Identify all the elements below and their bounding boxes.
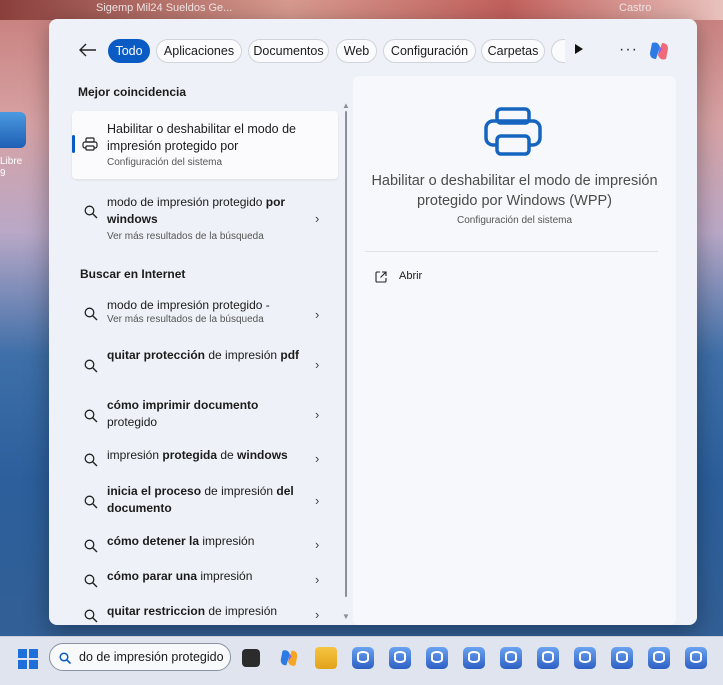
db-app-icon[interactable] [648, 647, 670, 669]
internet-result-text: quitar protección de impresión pdf [107, 348, 300, 362]
db-app-icon[interactable] [426, 647, 448, 669]
chevron-right-icon: › [315, 307, 320, 322]
filter-chip-partial[interactable] [551, 39, 565, 63]
chevron-right-icon: › [315, 572, 320, 587]
windows-start-icon[interactable] [18, 649, 38, 669]
search-icon [84, 574, 98, 588]
copilot-taskbar-icon[interactable] [278, 647, 300, 669]
chevron-right-icon: › [315, 607, 320, 622]
preview-subtitle: Configuración del sistema [456, 215, 573, 226]
filter-chip-aplicaciones[interactable]: Aplicaciones [156, 39, 242, 63]
preview-title: Habilitar o deshabilitar el modo de impr… [371, 173, 658, 209]
scroll-up-icon[interactable]: ▲ [342, 101, 350, 110]
internet-result-subtitle: Ver más resultados de la búsqueda [107, 314, 264, 325]
desktop-app-icon[interactable] [0, 112, 26, 148]
file-explorer-icon[interactable] [315, 647, 337, 669]
chevron-right-icon: › [315, 211, 320, 226]
search-icon [84, 453, 98, 467]
scroll-filters-right-icon[interactable] [575, 44, 583, 54]
search-icon [84, 359, 98, 373]
internet-result-item[interactable]: modo de impresión protegido - Ver más res… [72, 297, 338, 337]
filter-chip-todo[interactable]: Todo [108, 39, 150, 63]
search-icon [84, 609, 98, 623]
scroll-down-icon[interactable]: ▼ [342, 612, 350, 621]
search-icon [84, 307, 98, 321]
chevron-right-icon: › [315, 493, 320, 508]
results-list: Mejor coincidencia Habilitar o deshabili… [49, 75, 350, 625]
db-app-icon[interactable] [352, 647, 374, 669]
desktop-icon-label: Libre 9 [0, 156, 23, 179]
chevron-right-icon: › [315, 451, 320, 466]
wallpaper-top-strip: Sigemp Mil24 Sueldos Ge... Castro [0, 0, 723, 20]
filter-chip-configuracion[interactable]: Configuración [383, 39, 476, 63]
open-external-icon [375, 270, 387, 283]
filter-chip-documentos[interactable]: Documentos [248, 39, 329, 63]
open-action[interactable]: Abrir [375, 269, 475, 287]
internet-result-item[interactable]: quitar protección de impresión pdf › [72, 347, 338, 387]
internet-result-item[interactable]: impresión protegida de windows › [72, 447, 338, 475]
db-app-icon[interactable] [574, 647, 596, 669]
start-search-panel: Todo Aplicaciones Documentos Web Configu… [49, 19, 697, 625]
internet-result-text: cómo detener la impresión [107, 534, 255, 548]
printer-icon [82, 137, 98, 151]
internet-heading: Buscar en Internet [80, 267, 186, 281]
internet-result-text: impresión protegida de windows [107, 448, 288, 462]
db-app-icon[interactable] [611, 647, 633, 669]
back-arrow-icon[interactable] [77, 41, 99, 59]
best-match-title: Habilitar o deshabilitar el modo de impr… [107, 122, 296, 153]
more-options-icon[interactable]: ··· [619, 41, 638, 59]
search-icon [84, 539, 98, 553]
internet-result-item[interactable]: cómo detener la impresión › [72, 533, 338, 561]
task-view-icon[interactable] [242, 649, 260, 667]
chevron-right-icon: › [315, 407, 320, 422]
internet-result-item[interactable]: cómo parar una impresión › [72, 568, 338, 596]
search-more-results-item[interactable]: modo de impresión protegido por windows … [72, 193, 338, 243]
db-app-icon[interactable] [537, 647, 559, 669]
internet-result-text: inicia el proceso de impresión del docum… [107, 484, 294, 515]
divider [365, 251, 658, 252]
window-title-text-right: Castro [619, 2, 652, 14]
search-more-subtitle: Ver más resultados de la búsqueda [107, 231, 264, 242]
open-label: Abrir [399, 270, 423, 282]
printer-icon [483, 106, 543, 158]
search-query-text: do de impresión protegido [79, 650, 224, 664]
db-app-icon[interactable] [685, 647, 707, 669]
filter-bar: Todo Aplicaciones Documentos Web Configu… [49, 19, 697, 75]
copilot-icon[interactable] [647, 39, 671, 63]
internet-result-text: quitar restriccion de impresión [107, 604, 278, 618]
db-app-icon[interactable] [463, 647, 485, 669]
internet-result-text: cómo imprimir documento protegido [107, 398, 259, 429]
internet-result-text: cómo parar una impresión [107, 569, 253, 583]
results-scrollbar[interactable]: ▲ ▼ [342, 101, 350, 621]
search-icon [84, 205, 98, 219]
taskbar-search-input[interactable]: do de impresión protegido [49, 643, 231, 671]
preview-pane: Habilitar o deshabilitar el modo de impr… [353, 76, 676, 625]
best-match-subtitle: Configuración del sistema [107, 157, 223, 168]
db-app-icon[interactable] [389, 647, 411, 669]
search-icon [59, 651, 72, 665]
chevron-right-icon: › [315, 357, 320, 372]
best-match-heading: Mejor coincidencia [78, 85, 187, 99]
internet-result-item[interactable]: cómo imprimir documento protegido › [72, 397, 338, 437]
filter-chip-web[interactable]: Web [336, 39, 377, 63]
window-title-text: Sigemp Mil24 Sueldos Ge... [96, 2, 233, 14]
search-icon [84, 495, 98, 509]
search-more-text: modo de impresión protegido por windows [107, 195, 286, 226]
filter-chip-carpetas[interactable]: Carpetas [481, 39, 545, 63]
search-icon [84, 409, 98, 423]
internet-result-item[interactable]: quitar restriccion de impresión › [72, 603, 338, 625]
scrollbar-thumb[interactable] [345, 111, 347, 597]
internet-result-item[interactable]: inicia el proceso de impresión del docum… [72, 483, 338, 523]
internet-result-text: modo de impresión protegido - [107, 298, 270, 312]
db-app-icon[interactable] [500, 647, 522, 669]
best-match-item[interactable]: Habilitar o deshabilitar el modo de impr… [72, 111, 338, 179]
taskbar: do de impresión protegido [0, 636, 723, 685]
selection-indicator [72, 135, 75, 153]
chevron-right-icon: › [315, 537, 320, 552]
